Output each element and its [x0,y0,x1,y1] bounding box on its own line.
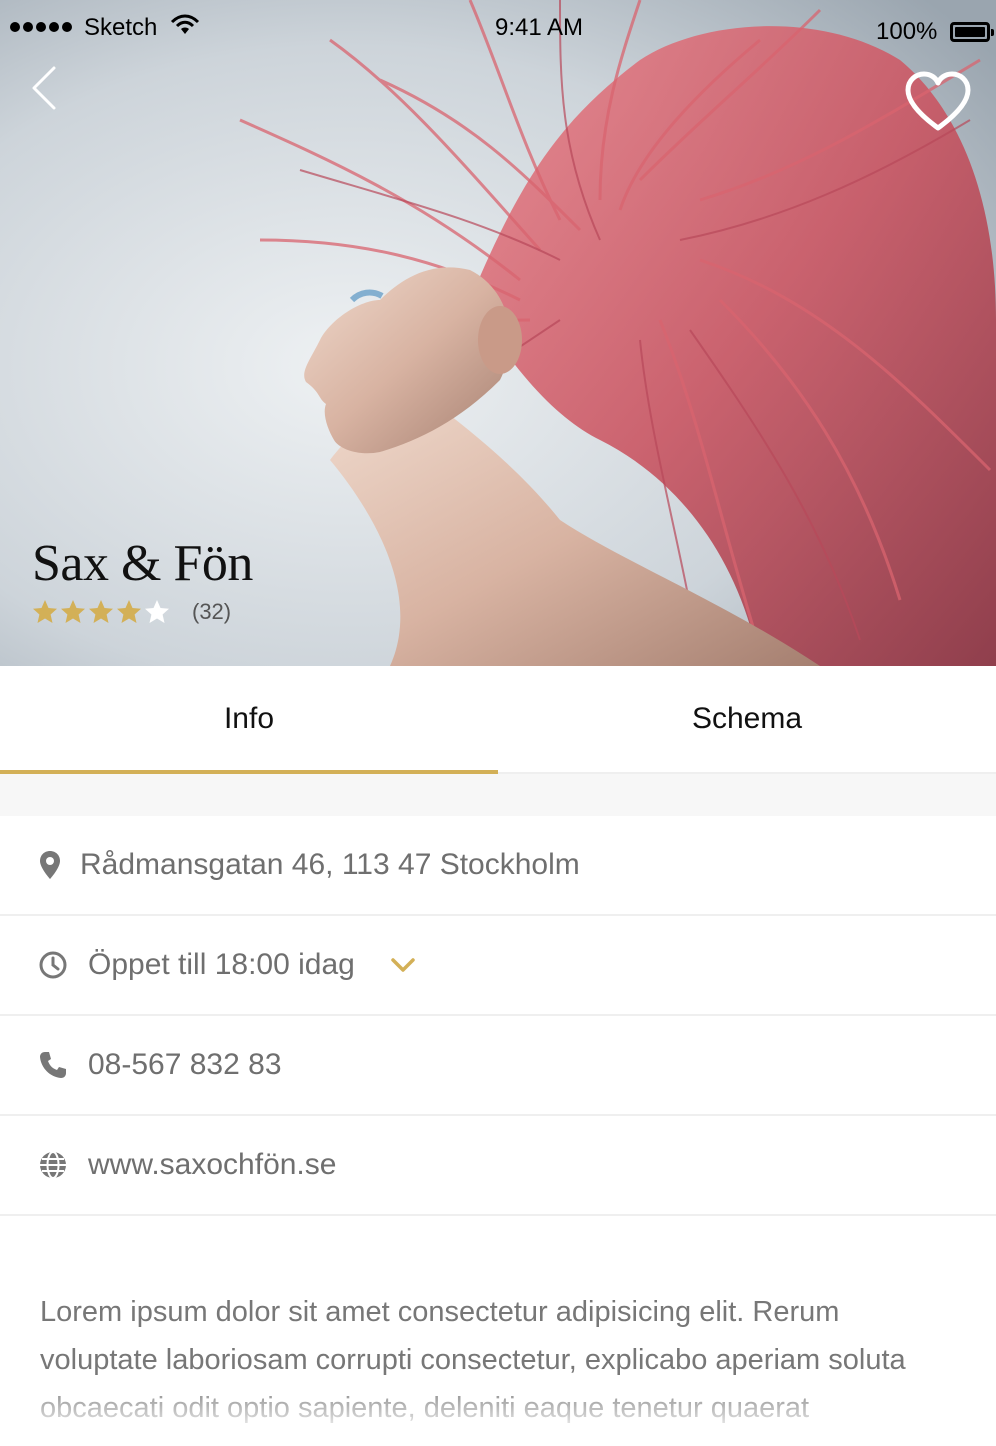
star-icon [117,600,141,623]
globe-icon [40,1151,66,1179]
phone-icon [40,1052,66,1078]
star-icon [89,600,113,623]
star-icon-empty [145,600,169,623]
battery-percentage: 100% [876,18,938,45]
chevron-down-icon[interactable] [390,956,416,974]
clock-icon [39,951,67,979]
hero-image-area: Sketch 9:41 AM 100% Sax & Fön (32) [0,0,996,666]
section-spacer [0,774,996,816]
address-text: Rådmansgatan 46, 113 47 Stockholm [80,848,580,881]
star-rating [32,599,170,625]
review-count: (32) [192,599,232,624]
star-icon [33,600,57,623]
back-arrow-icon[interactable] [24,60,72,116]
location-pin-icon [40,851,60,879]
salon-name: Sax & Fön [32,535,253,592]
info-list: Rådmansgatan 46, 113 47 Stockholm Öppet … [0,816,996,1216]
battery-icon [950,22,994,42]
phone-number: 08-567 832 83 [88,1048,282,1081]
opening-hours-row[interactable]: Öppet till 18:00 idag [0,916,996,1016]
star-icon [61,600,85,623]
status-time: 9:41 AM [494,14,584,41]
status-bar: Sketch 9:41 AM 100% [0,0,996,58]
bottom-fade [0,1380,996,1446]
tab-bar: Info Schema [0,666,996,774]
website-link[interactable]: www.saxochfön.se [88,1148,336,1182]
heart-icon[interactable] [904,70,972,134]
address-row[interactable]: Rådmansgatan 46, 113 47 Stockholm [0,816,996,916]
website-row[interactable]: www.saxochfön.se [0,1116,996,1216]
tab-schema[interactable]: Schema [498,666,996,772]
phone-row[interactable]: 08-567 832 83 [0,1016,996,1116]
rating: (32) [32,596,231,628]
opening-hours-text: Öppet till 18:00 idag [88,948,355,981]
tab-info[interactable]: Info [0,666,498,774]
